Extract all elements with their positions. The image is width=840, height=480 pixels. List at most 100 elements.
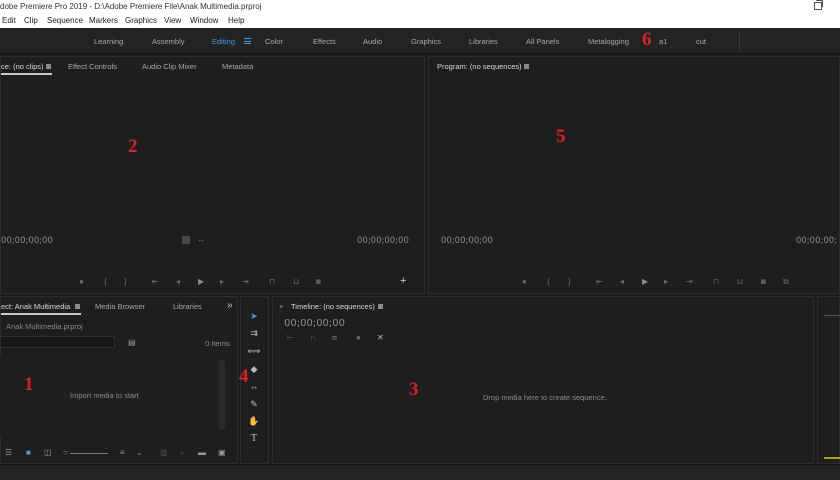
zoom-slider-track[interactable] xyxy=(70,453,108,454)
tab-metadata[interactable]: Metadata xyxy=(222,62,253,71)
tab-media-browser[interactable]: Media Browser xyxy=(95,302,145,311)
add-marker-icon[interactable]: ● xyxy=(356,334,361,342)
source-timecode-current[interactable]: 00;00;00;00 xyxy=(1,236,53,246)
tab-project[interactable]: ect: Anak Multimedia xyxy=(1,302,70,311)
menu-window[interactable]: Window xyxy=(190,16,218,25)
sort-dropdown-icon[interactable]: ⌄ xyxy=(136,449,143,457)
workspace-color[interactable]: Color xyxy=(265,37,283,46)
tab-program[interactable]: Program: (no sequences) xyxy=(437,62,522,71)
project-scrollbar[interactable] xyxy=(219,360,225,430)
workspace-all-panels[interactable]: All Panels xyxy=(526,37,559,46)
workspace-effects[interactable]: Effects xyxy=(313,37,336,46)
step-back-icon[interactable]: ◂ xyxy=(176,278,180,286)
step-back-icon[interactable]: ◂ xyxy=(620,278,624,286)
selection-tool-icon[interactable]: ➤ xyxy=(247,310,261,322)
mark-out-icon[interactable]: } xyxy=(124,278,127,286)
lift-icon[interactable]: ⊓ xyxy=(713,278,719,286)
play-icon[interactable]: ▶ xyxy=(198,278,204,286)
project-media-list[interactable]: Import media to start xyxy=(0,356,227,436)
sort-icons-icon[interactable]: ≡ xyxy=(120,449,125,457)
play-icon[interactable]: ▶ xyxy=(642,278,648,286)
add-marker-icon[interactable]: ● xyxy=(79,278,84,286)
status-bar xyxy=(0,464,840,480)
annotation-number-5: 5 xyxy=(556,126,566,147)
mark-in-icon[interactable]: { xyxy=(547,278,550,286)
insert-nest-icon[interactable]: ⊢ xyxy=(287,334,294,342)
go-to-out-icon[interactable]: ⇥ xyxy=(686,278,693,286)
type-tool-icon[interactable]: T xyxy=(247,432,261,444)
go-to-in-icon[interactable]: ⇤ xyxy=(596,278,603,286)
project-search-input[interactable] xyxy=(0,336,115,348)
tab-timeline[interactable]: Timeline: (no sequences) xyxy=(291,302,375,311)
mark-out-icon[interactable]: } xyxy=(568,278,571,286)
program-monitor-panel: Program: (no sequences) 00;00;00;00 00;0… xyxy=(428,56,840,294)
menu-help[interactable]: Help xyxy=(228,16,244,25)
workspace-cut[interactable]: cut xyxy=(696,37,706,46)
new-item-icon[interactable]: ▣ xyxy=(218,449,226,457)
tab-menu-icon[interactable] xyxy=(75,304,80,309)
button-editor-plus-icon[interactable]: + xyxy=(400,276,406,287)
list-view-icon[interactable]: ☰ xyxy=(5,449,12,457)
program-timecode-duration: 00;00;00; xyxy=(796,236,838,246)
extract-icon[interactable]: ⊔ xyxy=(737,278,743,286)
tab-source[interactable]: ce: (no clips) xyxy=(1,62,44,71)
automate-to-sequence-icon[interactable]: ▥ xyxy=(160,449,168,457)
workspace-graphics[interactable]: Graphics xyxy=(411,37,441,46)
workspace-metalogging[interactable]: Metalogging xyxy=(588,37,629,46)
hand-tool-icon[interactable]: ✋ xyxy=(247,415,261,427)
workspace-editing[interactable]: Editing xyxy=(212,37,235,46)
add-marker-icon[interactable]: ● xyxy=(522,278,527,286)
menu-sequence[interactable]: Sequence xyxy=(47,16,83,25)
drop-media-message: Drop media here to create sequence. xyxy=(483,393,607,402)
menu-clip[interactable]: Clip xyxy=(24,16,38,25)
go-to-in-icon[interactable]: ⇤ xyxy=(152,278,159,286)
track-select-tool-icon[interactable]: ⇉ xyxy=(247,327,261,339)
annotation-number-6: 6 xyxy=(642,29,652,50)
restore-window-icon[interactable] xyxy=(814,0,823,10)
new-bin-icon[interactable]: ▬ xyxy=(198,449,206,457)
linked-selection-icon[interactable]: ⧈ xyxy=(332,334,337,342)
timeline-close-icon[interactable]: × xyxy=(279,302,283,311)
tab-effect-controls[interactable]: Effect Controls xyxy=(68,62,117,71)
insert-icon[interactable]: ⊓ xyxy=(269,278,275,286)
workspace-a1[interactable]: a1 xyxy=(659,37,667,46)
drag-video-icon[interactable] xyxy=(182,236,190,244)
comparison-view-icon[interactable]: ⧉ xyxy=(783,278,789,286)
find-icon[interactable]: ⌕ xyxy=(180,449,184,457)
export-frame-icon[interactable]: ◙ xyxy=(316,278,321,286)
panels-overflow-icon[interactable]: » xyxy=(227,300,233,311)
menu-edit[interactable]: Edit xyxy=(2,16,16,25)
step-forward-icon[interactable]: ▸ xyxy=(664,278,668,286)
overwrite-icon[interactable]: ⊔ xyxy=(293,278,299,286)
workspace-assembly[interactable]: Assembly xyxy=(152,37,185,46)
tab-menu-icon[interactable] xyxy=(524,64,529,69)
tab-menu-icon[interactable] xyxy=(378,304,383,309)
icon-view-icon[interactable]: ■ xyxy=(26,449,31,457)
new-search-bin-icon[interactable]: ▤ xyxy=(128,339,136,347)
workspace-menu-icon[interactable] xyxy=(244,38,251,44)
tab-audio-clip-mixer[interactable]: Audio Clip Mixer xyxy=(142,62,197,71)
workspace-libraries[interactable]: Libraries xyxy=(469,37,498,46)
tab-libraries[interactable]: Libraries xyxy=(173,302,202,311)
zoom-slider-handle[interactable]: ○ xyxy=(63,449,68,457)
step-forward-icon[interactable]: ▸ xyxy=(220,278,224,286)
drag-audio-icon[interactable]: ↔ xyxy=(197,236,205,244)
tab-menu-icon[interactable] xyxy=(46,64,51,69)
snap-icon[interactable]: ∩ xyxy=(310,334,316,342)
timeline-timecode[interactable]: 00;00;00;00 xyxy=(284,318,345,329)
workspace-audio[interactable]: Audio xyxy=(363,37,382,46)
ripple-edit-tool-icon[interactable]: ⟺ xyxy=(247,345,261,357)
freeform-view-icon[interactable]: ◫ xyxy=(44,449,52,457)
pen-tool-icon[interactable]: ✎ xyxy=(247,398,261,410)
program-timecode-current[interactable]: 00;00;00;00 xyxy=(441,236,493,246)
timeline-settings-wrench-icon[interactable]: ✕ xyxy=(377,334,384,342)
export-frame-icon[interactable]: ◙ xyxy=(761,278,766,286)
razor-tool-icon[interactable]: ◆ xyxy=(247,363,261,375)
go-to-out-icon[interactable]: ⇥ xyxy=(242,278,249,286)
workspace-learning[interactable]: Learning xyxy=(94,37,123,46)
menu-graphics[interactable]: Graphics xyxy=(125,16,157,25)
slip-tool-icon[interactable]: ↔ xyxy=(247,380,261,392)
mark-in-icon[interactable]: { xyxy=(104,278,107,286)
menu-view[interactable]: View xyxy=(164,16,181,25)
menu-markers[interactable]: Markers xyxy=(89,16,118,25)
